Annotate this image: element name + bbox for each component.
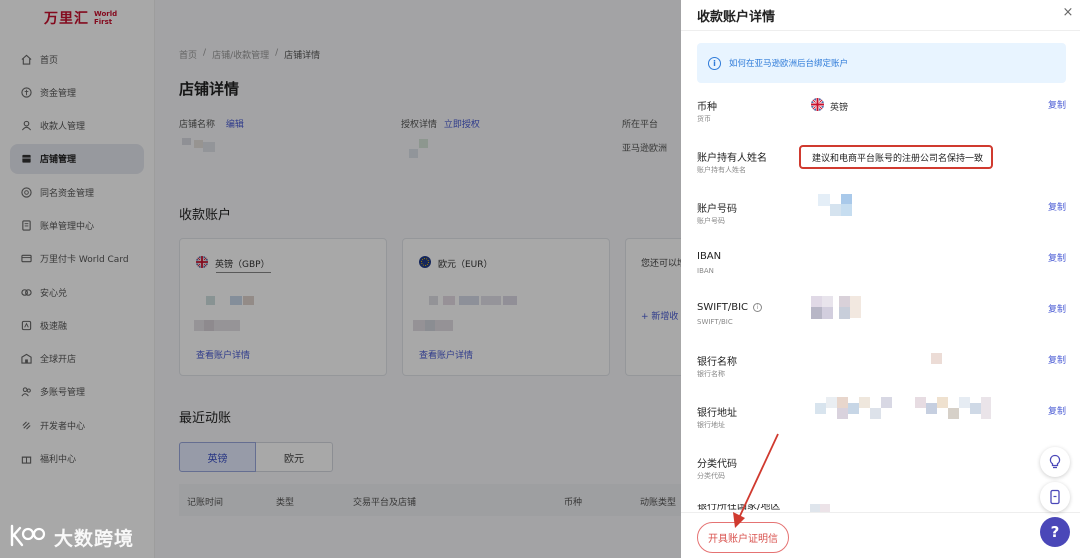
info-icon: i — [708, 56, 721, 70]
field-sublabel: 账户持有人姓名 — [697, 166, 746, 174]
account-number-field: 账户号码 账户号码 复制 — [697, 194, 1066, 240]
field-label: 账户持有人姓名 — [697, 153, 767, 164]
field-label: SWIFT/BIC i — [697, 302, 763, 313]
field-sublabel: 账户号码 — [697, 217, 725, 225]
currency-field: 币种 货币 英镑 复制 — [697, 98, 1066, 138]
field-label: IBAN — [697, 251, 722, 262]
copy-currency-button[interactable]: 复制 — [1048, 98, 1066, 111]
lightbulb-icon[interactable] — [1040, 447, 1070, 477]
divider — [681, 30, 1080, 31]
field-sublabel: 货币 — [697, 115, 711, 123]
binding-help-link[interactable]: 如何在亚马逊欧洲后台绑定账户 — [729, 57, 848, 69]
drawer-title: 收款账户详情 — [697, 10, 776, 25]
close-icon[interactable]: × — [1060, 5, 1076, 21]
bank-address-redacted — [815, 397, 991, 423]
field-label: 币种 — [697, 102, 717, 113]
field-sublabel: SWIFT/BIC — [697, 318, 733, 326]
k2b-logo — [8, 523, 48, 552]
bank-country-redacted — [810, 504, 830, 512]
arrow-annotation-icon — [733, 433, 779, 528]
copy-iban-button[interactable]: 复制 — [1048, 251, 1066, 264]
modal-overlay[interactable] — [0, 0, 681, 558]
currency-value: 英镑 — [811, 98, 848, 114]
field-label: 银行名称 — [697, 357, 737, 368]
copy-bank-name-button[interactable]: 复制 — [1048, 353, 1066, 366]
copy-bank-address-button[interactable]: 复制 — [1048, 404, 1066, 417]
help-question-icon[interactable]: ? — [1040, 517, 1070, 547]
bank-name-redacted — [931, 353, 943, 365]
copy-account-number-button[interactable]: 复制 — [1048, 200, 1066, 213]
uk-flag-icon — [811, 98, 824, 114]
field-sublabel: 银行名称 — [697, 370, 725, 378]
watermark-text: 大数跨境 — [54, 528, 135, 550]
swift-bic-field: SWIFT/BIC i SWIFT/BIC 复制 — [697, 296, 1066, 342]
currency-value-text: 英镑 — [830, 102, 849, 113]
binding-help-banner[interactable]: i 如何在亚马逊欧洲后台绑定账户 — [697, 43, 1066, 83]
swift-value-redacted — [811, 296, 865, 320]
mobile-icon[interactable] — [1040, 482, 1070, 512]
field-sublabel: IBAN — [697, 267, 714, 275]
field-label: 银行地址 — [697, 408, 737, 419]
field-label: 账户号码 — [697, 204, 737, 215]
account-number-redacted — [818, 194, 854, 218]
annotation-callout: 建议和电商平台账号的注册公司名保持一致 — [799, 145, 993, 169]
info-icon[interactable]: i — [753, 303, 763, 312]
bank-name-field: 银行名称 银行名称 复制 — [697, 353, 1066, 393]
iban-field: IBAN IBAN 复制 — [697, 251, 1066, 291]
watermark: 大数跨境 — [8, 523, 134, 552]
field-sublabel: 银行地址 — [697, 421, 725, 429]
copy-swift-button[interactable]: 复制 — [1048, 302, 1066, 315]
